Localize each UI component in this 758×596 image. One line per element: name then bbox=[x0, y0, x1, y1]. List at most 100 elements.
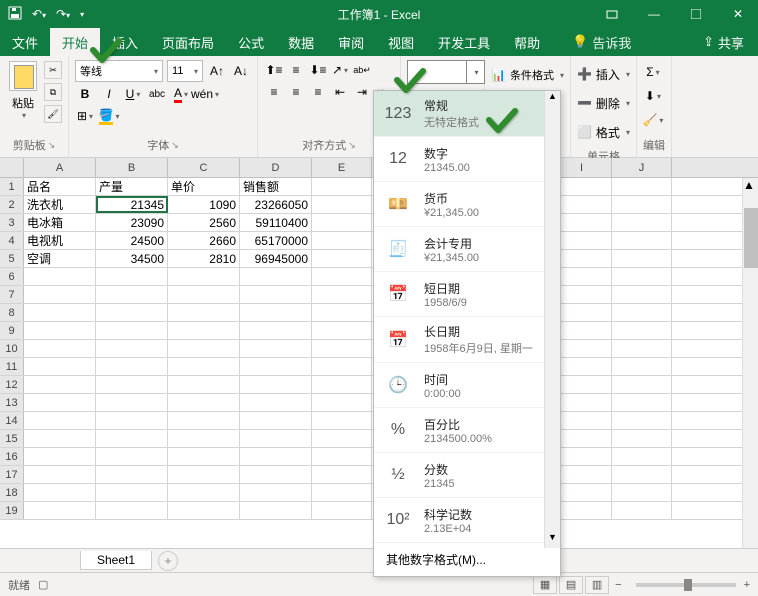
cell[interactable] bbox=[312, 178, 372, 195]
wrap-text-icon[interactable]: ab↵ bbox=[352, 60, 372, 80]
row-header-9[interactable]: 9 bbox=[0, 322, 24, 339]
row-header-13[interactable]: 13 bbox=[0, 394, 24, 411]
tab-dev[interactable]: 开发工具 bbox=[426, 28, 502, 56]
col-header-J[interactable]: J bbox=[612, 158, 672, 177]
cell[interactable] bbox=[96, 430, 168, 447]
cell[interactable] bbox=[312, 250, 372, 267]
cell[interactable] bbox=[312, 304, 372, 321]
delete-cells-button[interactable]: ➖删除▾ bbox=[577, 89, 630, 117]
row-header-18[interactable]: 18 bbox=[0, 484, 24, 501]
cell[interactable] bbox=[24, 466, 96, 483]
format-item-long_date[interactable]: 📅 长日期 1958年6月9日, 星期一 bbox=[374, 317, 560, 363]
row-header-8[interactable]: 8 bbox=[0, 304, 24, 321]
row-header-19[interactable]: 19 bbox=[0, 502, 24, 519]
align-center-icon[interactable]: ≡ bbox=[286, 82, 306, 102]
cell[interactable] bbox=[24, 430, 96, 447]
fill-icon[interactable]: ⬇▾ bbox=[643, 86, 663, 106]
row-header-10[interactable]: 10 bbox=[0, 340, 24, 357]
cell[interactable] bbox=[24, 340, 96, 357]
cell[interactable] bbox=[612, 232, 672, 249]
autosum-icon[interactable]: Σ▾ bbox=[643, 62, 663, 82]
macro-record-icon[interactable]: ▢ bbox=[38, 578, 48, 591]
cell[interactable]: 59110400 bbox=[240, 214, 312, 231]
cell[interactable]: 65170000 bbox=[240, 232, 312, 249]
cell[interactable] bbox=[612, 394, 672, 411]
bold-button[interactable]: B bbox=[75, 84, 95, 104]
cell[interactable] bbox=[612, 214, 672, 231]
font-size-input[interactable]: 11▾ bbox=[167, 60, 203, 82]
cell[interactable] bbox=[552, 196, 612, 213]
clear-icon[interactable]: 🧹▾ bbox=[643, 110, 663, 130]
cell[interactable] bbox=[312, 196, 372, 213]
cell[interactable] bbox=[24, 358, 96, 375]
cell[interactable] bbox=[612, 358, 672, 375]
cell[interactable] bbox=[552, 340, 612, 357]
font-color-icon[interactable]: A▾ bbox=[171, 84, 191, 104]
zoom-in-button[interactable]: + bbox=[744, 579, 750, 591]
shrink-font-icon[interactable]: A↓ bbox=[231, 61, 251, 81]
cell[interactable] bbox=[552, 502, 612, 519]
cell[interactable] bbox=[240, 340, 312, 357]
cell[interactable]: 品名 bbox=[24, 178, 96, 195]
row-header-4[interactable]: 4 bbox=[0, 232, 24, 249]
format-item-currency[interactable]: 💴 货币 ¥21,345.00 bbox=[374, 182, 560, 227]
phonetic-icon[interactable]: abc bbox=[147, 84, 167, 104]
col-header-A[interactable]: A bbox=[24, 158, 96, 177]
cell[interactable] bbox=[552, 394, 612, 411]
align-right-icon[interactable]: ≡ bbox=[308, 82, 328, 102]
row-header-12[interactable]: 12 bbox=[0, 376, 24, 393]
decrease-indent-icon[interactable]: ⇤ bbox=[330, 82, 350, 102]
cell[interactable] bbox=[24, 448, 96, 465]
vertical-scrollbar[interactable]: ▲ bbox=[742, 178, 758, 548]
align-bottom-icon[interactable]: ⬇≡ bbox=[308, 60, 328, 80]
format-item-percent[interactable]: % 百分比 2134500.00% bbox=[374, 408, 560, 453]
cell[interactable] bbox=[168, 502, 240, 519]
cell[interactable] bbox=[312, 430, 372, 447]
conditional-format-button[interactable]: 📊 条件格式 ▾ bbox=[491, 60, 564, 90]
cell[interactable] bbox=[612, 466, 672, 483]
format-item-fraction[interactable]: ½ 分数 21345 bbox=[374, 453, 560, 498]
cell[interactable] bbox=[168, 394, 240, 411]
cell[interactable]: 96945000 bbox=[240, 250, 312, 267]
align-left-icon[interactable]: ≡ bbox=[264, 82, 284, 102]
cell[interactable]: 电视机 bbox=[24, 232, 96, 249]
cell[interactable] bbox=[240, 394, 312, 411]
row-header-16[interactable]: 16 bbox=[0, 448, 24, 465]
cell[interactable]: 2660 bbox=[168, 232, 240, 249]
cell[interactable] bbox=[96, 448, 168, 465]
cell[interactable] bbox=[96, 466, 168, 483]
cell[interactable] bbox=[240, 322, 312, 339]
row-header-6[interactable]: 6 bbox=[0, 268, 24, 285]
row-header-5[interactable]: 5 bbox=[0, 250, 24, 267]
cell[interactable] bbox=[612, 484, 672, 501]
save-icon[interactable] bbox=[8, 6, 22, 23]
cell[interactable] bbox=[168, 286, 240, 303]
cell[interactable] bbox=[240, 304, 312, 321]
cell[interactable] bbox=[312, 214, 372, 231]
cell[interactable] bbox=[168, 304, 240, 321]
tellme[interactable]: 💡告诉我 bbox=[560, 28, 643, 56]
cell[interactable] bbox=[240, 286, 312, 303]
cell[interactable]: 1090 bbox=[168, 196, 240, 213]
cell[interactable]: 24500 bbox=[96, 232, 168, 249]
cell[interactable] bbox=[552, 232, 612, 249]
cell[interactable] bbox=[552, 484, 612, 501]
cell[interactable] bbox=[312, 340, 372, 357]
row-header-14[interactable]: 14 bbox=[0, 412, 24, 429]
cell[interactable] bbox=[168, 340, 240, 357]
phonetic-guide-icon[interactable]: wén▾ bbox=[195, 84, 215, 104]
cell[interactable]: 23090 bbox=[96, 214, 168, 231]
cell[interactable] bbox=[612, 448, 672, 465]
cell[interactable] bbox=[168, 448, 240, 465]
cell[interactable] bbox=[552, 412, 612, 429]
add-sheet-button[interactable]: + bbox=[158, 551, 178, 571]
cell[interactable] bbox=[312, 376, 372, 393]
cell[interactable] bbox=[240, 412, 312, 429]
col-header-D[interactable]: D bbox=[240, 158, 312, 177]
more-formats-item[interactable]: 其他数字格式(M)... bbox=[374, 543, 560, 576]
cell[interactable] bbox=[168, 484, 240, 501]
maximize-icon[interactable] bbox=[676, 0, 716, 28]
tab-help[interactable]: 帮助 bbox=[502, 28, 552, 56]
cell[interactable] bbox=[552, 358, 612, 375]
cell[interactable]: 2560 bbox=[168, 214, 240, 231]
